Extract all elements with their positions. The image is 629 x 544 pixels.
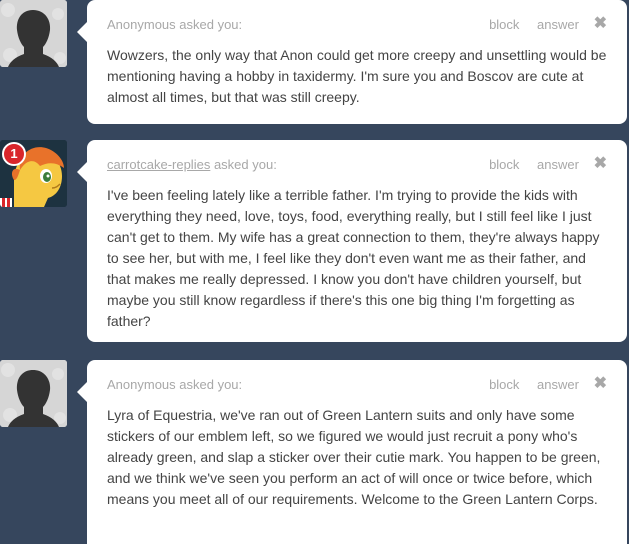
ask-actions: block answer ✖ [475, 16, 607, 33]
asker-line: Anonymous asked you: [107, 17, 242, 32]
anonymous-silhouette-icon [0, 360, 67, 427]
ask-actions: block answer ✖ [475, 376, 607, 393]
ask-header: carrotcake-replies asked you: block answ… [107, 156, 607, 175]
ask-card-3: Anonymous asked you: block answer ✖ Lyra… [77, 360, 627, 544]
anonymous-avatar-2 [0, 360, 67, 427]
asked-you-text: asked you: [175, 377, 243, 392]
anonymous-silhouette-icon [0, 0, 67, 67]
question-text: I've been feeling lately like a terrible… [107, 187, 600, 329]
asker-line: Anonymous asked you: [107, 377, 242, 392]
close-icon[interactable]: ✖ [594, 156, 607, 172]
asker-line: carrotcake-replies asked you: [107, 157, 277, 172]
carrotcake-avatar[interactable]: 1 [0, 140, 67, 207]
asked-you-text: asked you: [210, 157, 277, 172]
ask-card-1: Anonymous asked you: block answer ✖ Wowz… [77, 0, 627, 124]
ask-card-2: carrotcake-replies asked you: block answ… [77, 140, 627, 342]
card-pointer [77, 382, 87, 402]
close-icon[interactable]: ✖ [594, 16, 607, 32]
block-button[interactable]: block [489, 377, 519, 392]
asker-link[interactable]: carrotcake-replies [107, 157, 210, 172]
card-pointer [77, 22, 87, 42]
ask-header: Anonymous asked you: block answer ✖ [107, 376, 607, 395]
asker-name: Anonymous [107, 17, 176, 32]
asked-you-text: asked you: [175, 17, 243, 32]
ask-actions: block answer ✖ [475, 156, 607, 173]
asker-name: Anonymous [107, 377, 176, 392]
ask-header: Anonymous asked you: block answer ✖ [107, 16, 607, 35]
block-button[interactable]: block [489, 17, 519, 32]
question-text: Wowzers, the only way that Anon could ge… [107, 47, 607, 105]
notification-badge: 1 [2, 142, 26, 166]
close-icon[interactable]: ✖ [594, 376, 607, 392]
question-text: Lyra of Equestria, we've ran out of Gree… [107, 407, 601, 507]
anonymous-avatar-1 [0, 0, 67, 67]
block-button[interactable]: block [489, 157, 519, 172]
answer-button[interactable]: answer [537, 377, 579, 392]
answer-button[interactable]: answer [537, 157, 579, 172]
card-pointer [77, 162, 87, 182]
answer-button[interactable]: answer [537, 17, 579, 32]
